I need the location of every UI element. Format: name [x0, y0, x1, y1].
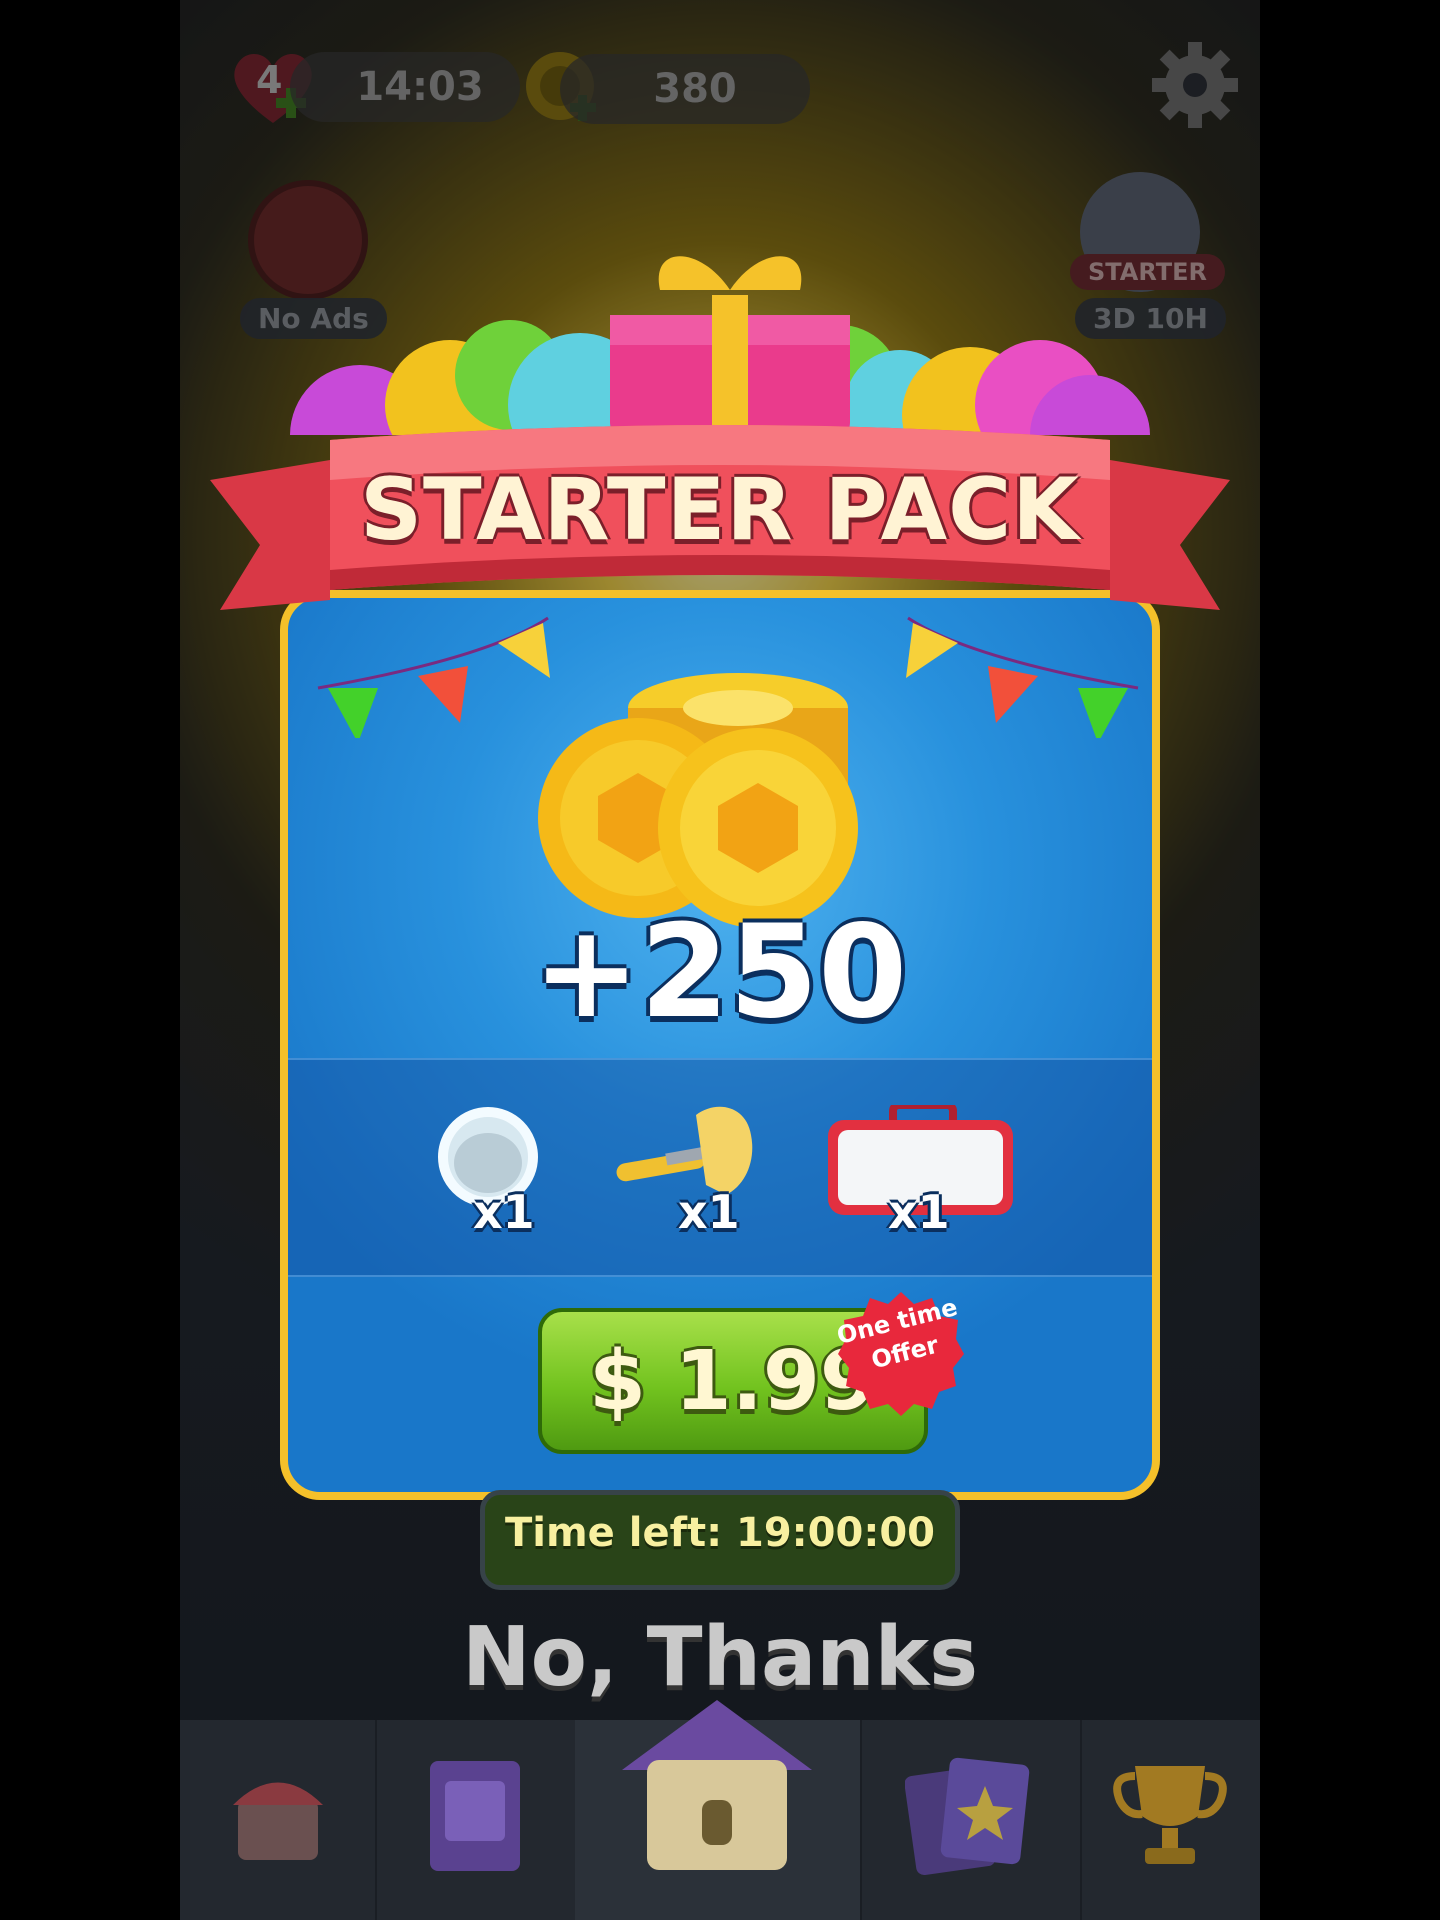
shop-icon: [233, 1782, 323, 1860]
items-row: x1 x1 x1: [288, 1058, 1152, 1277]
starter-pack-panel: +250 x1 x1 x1 $ 1.99 One time Offer: [280, 590, 1160, 1500]
offer-timer-text: Time left: 19:00:00: [505, 1510, 935, 1556]
coin-reward-amount: +250: [532, 898, 908, 1047]
balloons-gift-decoration: [290, 256, 1150, 435]
cards-icon: [905, 1757, 1030, 1876]
nav-home[interactable]: [575, 1700, 862, 1920]
home-icon: [622, 1700, 812, 1870]
game-screen: 4 14:03 380 No Ads STARTER 3D 10H +250 x…: [180, 0, 1260, 1920]
bottom-nav: [180, 1700, 1260, 1920]
nav-cards[interactable]: [860, 1720, 1082, 1920]
title-ribbon: STARTER PACK: [210, 420, 1230, 640]
trophy-icon: [1113, 1766, 1227, 1864]
item-qty: x1: [678, 1185, 740, 1239]
popup-title: STARTER PACK: [360, 460, 1080, 560]
album-icon: [430, 1761, 520, 1871]
item-qty: x1: [888, 1185, 950, 1239]
item-qty: x1: [473, 1185, 535, 1239]
nav-shop[interactable]: [180, 1720, 377, 1920]
nav-trophy[interactable]: [1080, 1720, 1260, 1920]
nav-album[interactable]: [375, 1720, 577, 1920]
coin-stack-icon: [538, 673, 858, 928]
